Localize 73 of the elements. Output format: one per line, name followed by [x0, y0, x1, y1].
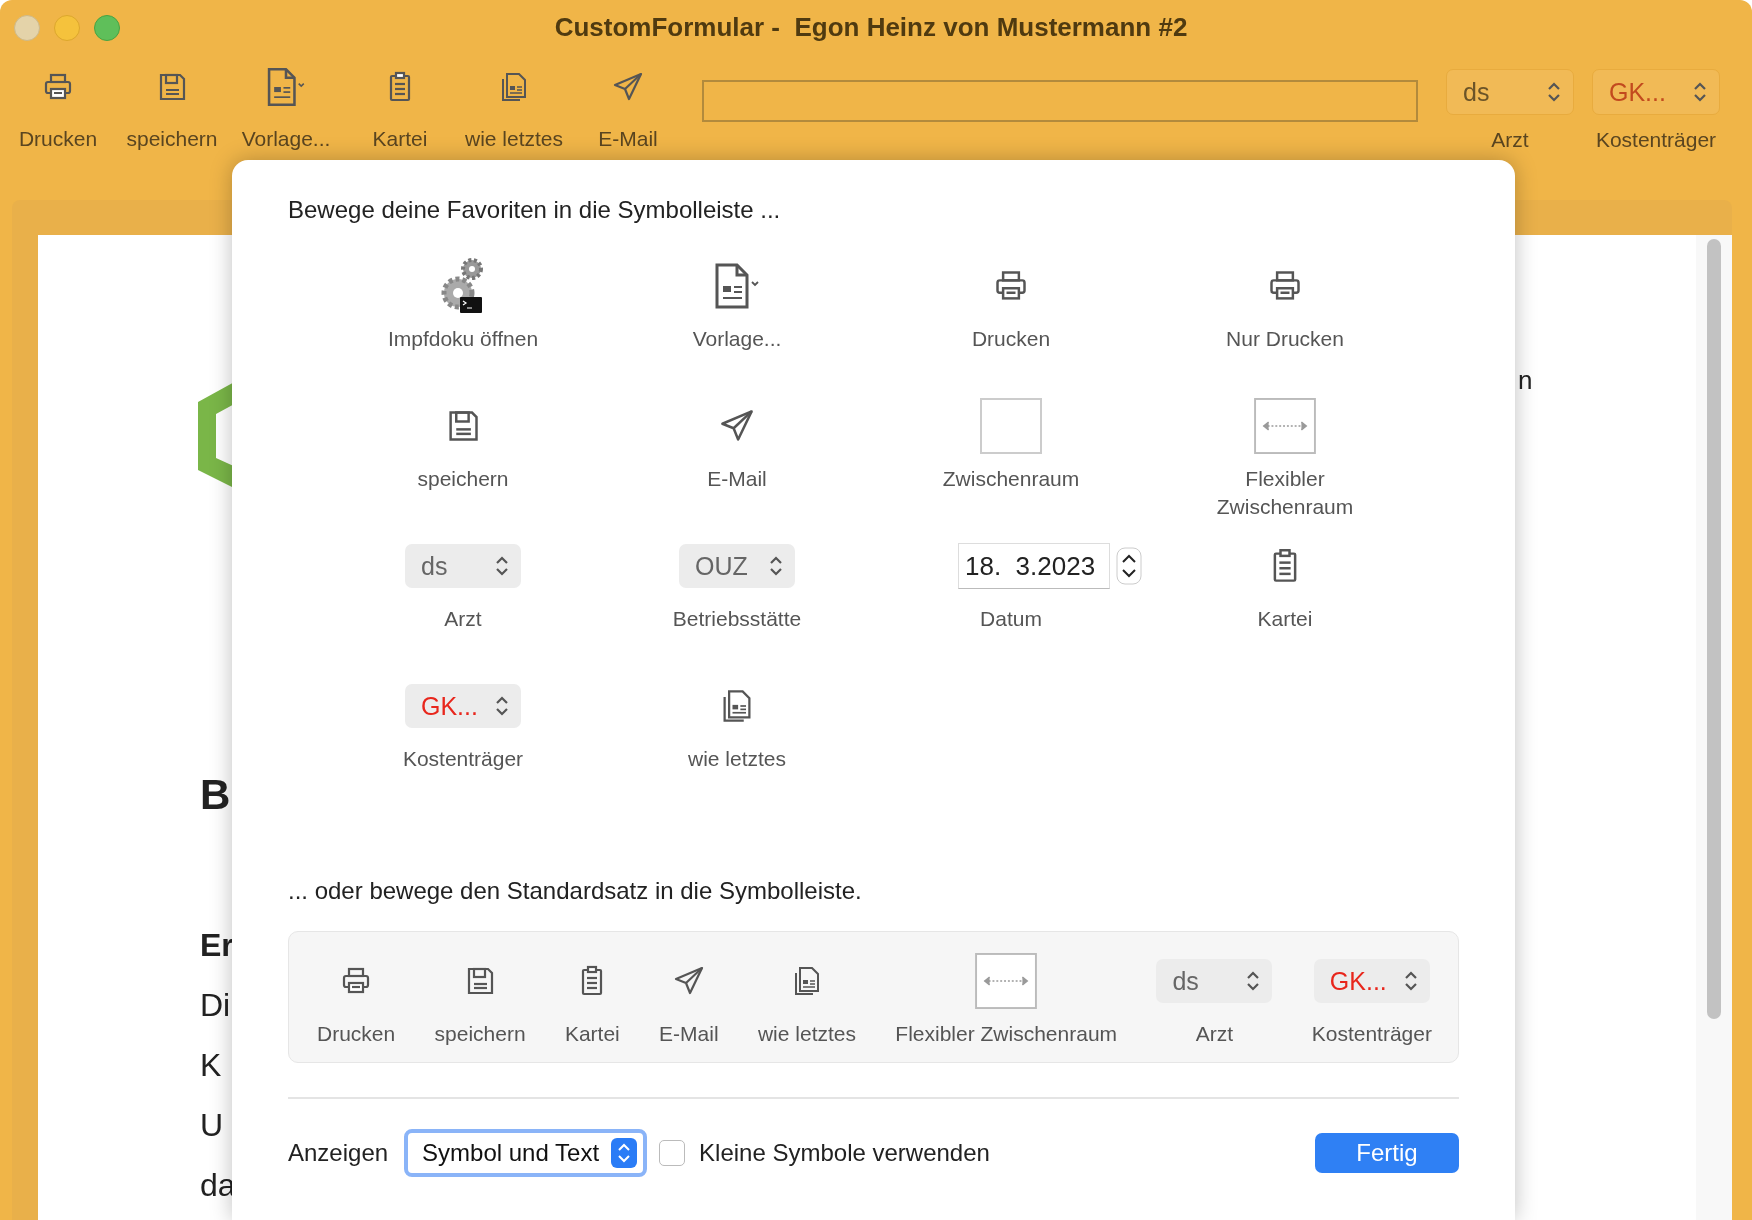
- toolbar-button[interactable]: speichern: [122, 55, 222, 151]
- toolbar-label: Arzt: [1491, 128, 1529, 152]
- popup-button[interactable]: ds: [1156, 959, 1273, 1003]
- document-text: n: [1518, 365, 1533, 396]
- document-text: U: [200, 1106, 224, 1145]
- item-label: Zwischenraum: [942, 466, 1080, 492]
- date-field[interactable]: 18. 3.2023: [958, 543, 1110, 589]
- item-label: E-Mail: [659, 1021, 719, 1047]
- paper-plane-icon: [719, 408, 755, 444]
- item-label: Kostenträger: [1311, 1021, 1432, 1047]
- checkbox-label: Kleine Symbole verwenden: [699, 1139, 990, 1167]
- toolbar-label: Kostenträger: [1595, 128, 1717, 152]
- show-label: Anzeigen: [288, 1139, 389, 1167]
- document-text: K: [200, 1046, 222, 1085]
- section-heading: Bewege deine Favoriten in die Symbolleiste ...: [288, 196, 782, 224]
- item-label: Datum: [980, 606, 1042, 632]
- document-text: Di: [200, 986, 231, 1025]
- item-label: Drucken: [317, 1021, 396, 1047]
- item-label: Kartei: [564, 1021, 620, 1047]
- item-label: Drucken: [971, 326, 1051, 352]
- close-button[interactable]: [14, 14, 40, 41]
- item-label: Arzt: [444, 606, 482, 632]
- toolbar-button[interactable]: Kartei: [350, 55, 450, 151]
- paper-plane-icon: [672, 965, 705, 997]
- item-label: Kartei: [1257, 606, 1313, 632]
- up-down-arrows-icon: [495, 695, 509, 717]
- default-set-panel[interactable]: Drucken speichern Kartei E-Mail wie letztes Flexibler Zwischenraum ds Arzt GK... Kostenträger: [288, 931, 1459, 1063]
- popup-button[interactable]: OUZ: [679, 544, 795, 588]
- minimize-button[interactable]: [54, 14, 80, 41]
- up-down-arrows-icon: [769, 555, 783, 577]
- document-text: B: [200, 770, 231, 820]
- up-down-arrows-icon: [1403, 970, 1418, 992]
- up-down-arrows-icon: [1246, 970, 1261, 992]
- up-down-arrows-icon: [611, 1138, 638, 1168]
- up-down-arrows-icon: [1693, 81, 1707, 103]
- item-label: Flexibler Zwischenraum: [1215, 466, 1355, 520]
- item-label: wie letztes: [757, 1021, 856, 1047]
- window-title: CustomFormular - Egon Heinz von Mustermann #2: [553, 12, 1189, 43]
- popup-button[interactable]: ds: [405, 544, 521, 588]
- done-button[interactable]: Fertig: [1315, 1133, 1459, 1173]
- item-label: Arzt: [1195, 1021, 1234, 1047]
- display-mode-select[interactable]: Symbol und Text: [404, 1129, 648, 1177]
- item-label: speichern: [417, 466, 509, 492]
- item-label: Flexibler Zwischenraum: [895, 1021, 1118, 1047]
- popup-button[interactable]: GK...: [1592, 69, 1720, 115]
- popup-button[interactable]: GK...: [1313, 959, 1430, 1003]
- toolbar-button[interactable]: Vorlage...: [236, 55, 336, 151]
- item-label: Kostenträger: [402, 746, 524, 772]
- item-label: Impfdoku öffnen: [387, 326, 539, 352]
- stepper-icon[interactable]: [1116, 547, 1142, 585]
- section-heading: ... oder bewege den Standardsatz in die Symbolleiste.: [288, 877, 863, 905]
- item-label: speichern: [434, 1021, 526, 1047]
- item-label: Betriebsstätte: [672, 606, 802, 632]
- item-label: Nur Drucken: [1226, 326, 1344, 352]
- document-text: Er: [200, 926, 234, 965]
- toolbar-button[interactable]: Drucken: [8, 55, 108, 151]
- paper-plane-icon: [612, 71, 644, 103]
- popup-button[interactable]: ds: [1446, 69, 1574, 115]
- toolbar-button[interactable]: E-Mail: [578, 55, 678, 151]
- up-down-arrows-icon: [495, 555, 509, 577]
- item-label: E-Mail: [707, 466, 767, 492]
- flexible-space-icon: [1254, 398, 1316, 454]
- scrollbar-thumb[interactable]: [1707, 239, 1721, 1019]
- checkbox[interactable]: [659, 1140, 686, 1166]
- flexible-space-icon: [975, 953, 1038, 1009]
- up-down-arrows-icon: [1547, 81, 1561, 103]
- zoom-button[interactable]: [94, 14, 120, 41]
- popup-button[interactable]: GK...: [405, 684, 521, 728]
- toolbar-button[interactable]: wie letztes: [464, 55, 564, 151]
- item-label: wie letztes: [687, 746, 786, 772]
- space-placeholder-icon: [980, 398, 1042, 454]
- item-label: Vorlage...: [692, 326, 782, 352]
- toolbar-field[interactable]: [702, 80, 1418, 122]
